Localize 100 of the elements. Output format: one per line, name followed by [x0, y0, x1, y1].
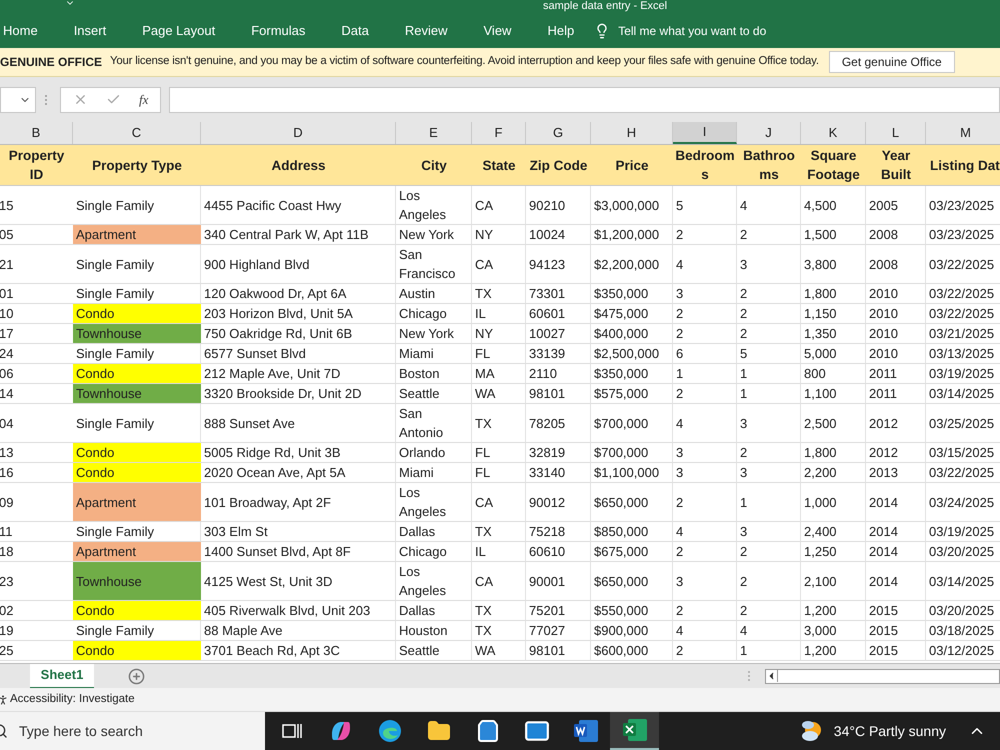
- table-cell: 03/14/2025: [926, 562, 1000, 601]
- ribbon-tab[interactable]: Page Layout: [124, 21, 234, 41]
- table-cell: 60601: [526, 304, 591, 324]
- table-cell: 2008: [866, 245, 926, 284]
- table-cell: 3: [737, 463, 801, 483]
- table-cell: 03/22/2025: [926, 284, 1000, 304]
- table-cell: Condo: [73, 463, 201, 483]
- column-header[interactable]: L: [866, 122, 926, 144]
- table-cell: Boston: [396, 364, 472, 384]
- weather-text[interactable]: 34°C Partly sunny: [834, 720, 946, 742]
- table-cell: Condo: [73, 443, 201, 463]
- table-cell: 2: [737, 601, 801, 621]
- table-cell: 5: [737, 344, 801, 364]
- accessibility-status[interactable]: Accessibility: Investigate: [10, 690, 135, 708]
- table-cell: 3: [673, 562, 737, 601]
- ribbon-tab[interactable]: Insert: [56, 21, 124, 41]
- table-cell: 2012: [866, 443, 926, 463]
- table-cell: $650,000: [591, 483, 673, 522]
- formula-input[interactable]: [169, 86, 1000, 112]
- table-cell: CA: [472, 562, 526, 601]
- table-cell: Townhouse: [73, 384, 201, 404]
- table-cell: Townhouse: [73, 562, 201, 601]
- table-cell: Seattle: [396, 384, 472, 404]
- table-cell: 2,500: [801, 404, 866, 443]
- table-cell: TX: [472, 601, 526, 621]
- table-cell: 73301: [526, 284, 591, 304]
- table-cell: Austin: [396, 284, 472, 304]
- table-cell: 03/18/2025: [926, 621, 1000, 641]
- table-cell: 2: [737, 284, 801, 304]
- table-cell: 3: [737, 522, 801, 542]
- header-cell-text: Listing Dat: [929, 156, 1000, 175]
- table-cell: 90012: [526, 483, 591, 522]
- table-cell: 2,200: [801, 463, 866, 483]
- ribbon-tab[interactable]: Review: [386, 21, 466, 41]
- table-cell: 1: [737, 384, 801, 404]
- table-cell: 11: [0, 522, 73, 542]
- horizontal-scrollbar[interactable]: [765, 668, 1000, 684]
- table-cell: 2: [673, 384, 737, 404]
- get-genuine-button[interactable]: Get genuine Office: [828, 51, 955, 73]
- table-cell: 5,000: [801, 344, 866, 364]
- table-cell: 03/23/2025: [926, 225, 1000, 245]
- split-handle-icon: [747, 670, 751, 682]
- table-cell: 2020 Ocean Ave, Apt 5A: [201, 463, 396, 483]
- table-cell: New York: [396, 225, 472, 245]
- table-cell: $350,000: [591, 364, 673, 384]
- ribbon-tab[interactable]: Home: [0, 21, 56, 41]
- column-header[interactable]: K: [801, 122, 866, 144]
- table-cell: 03/22/2025: [926, 245, 1000, 284]
- table-cell: 2010: [866, 284, 926, 304]
- table-cell: WA: [472, 641, 526, 661]
- column-header[interactable]: F: [472, 122, 526, 144]
- header-cell-text: Property ID: [8, 147, 66, 184]
- table-cell: Los Angeles: [396, 483, 472, 522]
- table-cell: 340 Central Park W, Apt 11B: [201, 225, 396, 245]
- table-cell: 2011: [866, 384, 926, 404]
- table-cell: 2: [737, 324, 801, 344]
- table-cell: 4455 Pacific Coast Hwy: [201, 186, 396, 225]
- table-cell: 2: [737, 562, 801, 601]
- table-cell: 2: [737, 542, 801, 562]
- taskbar-search-field[interactable]: Type here to search: [0, 712, 265, 750]
- ribbon-tab[interactable]: Help: [529, 21, 592, 41]
- table-cell: $675,000: [591, 542, 673, 562]
- table-cell: TX: [472, 404, 526, 443]
- column-header[interactable]: J: [737, 122, 801, 144]
- column-header[interactable]: M: [926, 122, 1000, 144]
- table-cell: 2: [673, 483, 737, 522]
- table-cell: Los Angeles: [396, 186, 472, 225]
- table-cell: 2: [737, 225, 801, 245]
- ribbon-tab[interactable]: Data: [323, 21, 387, 41]
- table-cell: 1: [673, 364, 737, 384]
- add-sheet-icon[interactable]: [128, 668, 145, 684]
- column-header[interactable]: G: [526, 122, 591, 144]
- table-cell: 77027: [526, 621, 591, 641]
- table-cell: Condo: [73, 601, 201, 621]
- table-cell: Orlando: [396, 443, 472, 463]
- column-header[interactable]: D: [201, 122, 396, 144]
- table-cell: 2014: [866, 483, 926, 522]
- table-cell: 2010: [866, 324, 926, 344]
- tell-me-field[interactable]: Tell me what you want to do: [618, 22, 766, 40]
- table-cell: 800: [801, 364, 866, 384]
- column-header[interactable]: E: [396, 122, 472, 144]
- column-header[interactable]: B: [0, 122, 73, 144]
- table-cell: Chicago: [396, 304, 472, 324]
- table-cell: 1,000: [801, 483, 866, 522]
- table-cell: San Antonio: [396, 404, 472, 443]
- table-cell: 405 Riverwalk Blvd, Unit 203: [201, 601, 396, 621]
- table-cell: 2013: [866, 463, 926, 483]
- table-cell: 10024: [526, 225, 591, 245]
- table-cell: 4: [737, 621, 801, 641]
- sheet-tab[interactable]: Sheet1: [30, 664, 94, 688]
- table-cell: 4: [673, 245, 737, 284]
- column-header[interactable]: I: [673, 122, 737, 144]
- header-cell-text: Year Built: [880, 147, 912, 184]
- table-cell: 24: [0, 344, 73, 364]
- ribbon-tab[interactable]: Formulas: [233, 21, 324, 41]
- table-cell: MA: [472, 364, 526, 384]
- insert-function-button[interactable]: fx: [139, 90, 148, 110]
- ribbon-tab[interactable]: View: [466, 21, 530, 41]
- column-header[interactable]: C: [73, 122, 201, 144]
- table-cell: Seattle: [396, 641, 472, 661]
